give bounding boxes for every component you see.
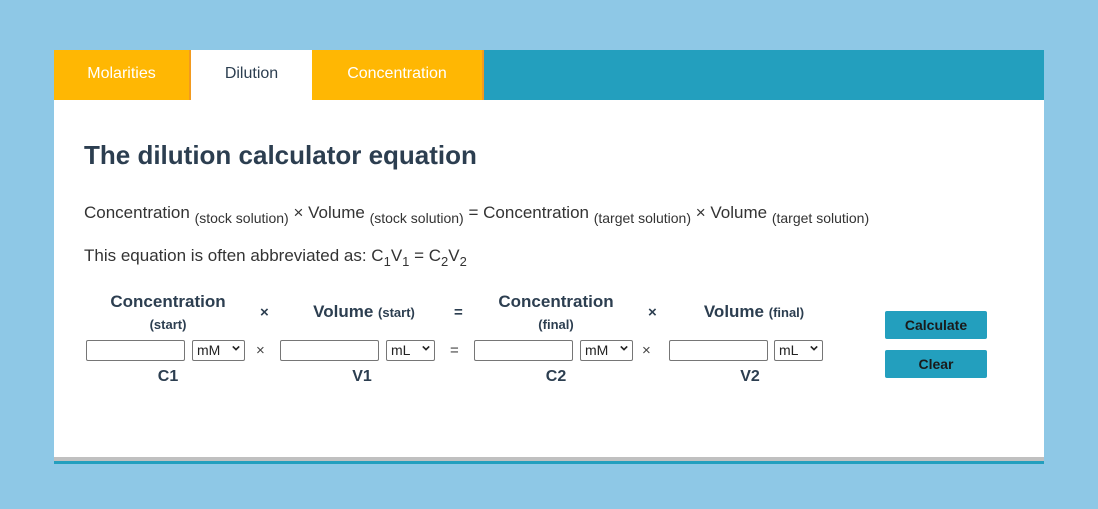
c2-input[interactable] bbox=[474, 340, 573, 361]
chevron-down-icon bbox=[620, 345, 628, 351]
eq-subscript: (target solution) bbox=[771, 210, 870, 226]
eq-term: Volume bbox=[308, 203, 365, 222]
v1-unit-value: mL bbox=[391, 342, 411, 358]
tab-molarities[interactable]: Molarities bbox=[54, 50, 191, 100]
header-sub: (final) bbox=[538, 317, 574, 332]
header-sub: (final) bbox=[768, 305, 805, 320]
c1-unit-value: mM bbox=[197, 342, 221, 358]
header-sub: (start) bbox=[378, 305, 415, 320]
abbr-term: C bbox=[371, 246, 384, 265]
header-label: Volume bbox=[313, 302, 374, 321]
eq-term: Concentration bbox=[483, 203, 589, 222]
chevron-down-icon bbox=[232, 345, 240, 351]
v2-label: V2 bbox=[740, 368, 760, 385]
eq-subscript: (target solution) bbox=[593, 210, 691, 226]
header-times: × bbox=[648, 304, 657, 321]
header-sub: (start) bbox=[149, 317, 187, 332]
abbr-term: V bbox=[448, 246, 460, 265]
header-v-start: Volume (start) bbox=[294, 302, 434, 322]
footer-accent-bar bbox=[54, 461, 1044, 464]
header-label: Volume bbox=[703, 302, 764, 321]
header-v-final: Volume (final) bbox=[684, 302, 824, 322]
header-times: × bbox=[260, 304, 269, 321]
eq-term: Concentration bbox=[84, 203, 190, 222]
header-label: Concentration bbox=[110, 292, 226, 311]
header-label: Concentration bbox=[498, 292, 614, 311]
row-times: × bbox=[256, 342, 265, 359]
v1-label: V1 bbox=[352, 368, 372, 385]
v2-input[interactable] bbox=[669, 340, 768, 361]
v2-unit-select[interactable]: mL bbox=[774, 340, 823, 361]
row-equals: = bbox=[450, 342, 459, 359]
eq-subscript: (stock solution) bbox=[194, 210, 289, 226]
row-times: × bbox=[642, 342, 651, 359]
eq-operator: × bbox=[293, 203, 304, 222]
page-title: The dilution calculator equation bbox=[84, 140, 477, 170]
abbr-term: V bbox=[390, 246, 403, 265]
abbr-subscript: 1 bbox=[383, 254, 391, 269]
abbreviated-equation: This equation is often abbreviated as: C… bbox=[84, 246, 467, 269]
abbr-operator: = bbox=[409, 246, 429, 265]
chevron-down-icon bbox=[422, 345, 430, 351]
abbr-prefix: This equation is often abbreviated as: bbox=[84, 246, 372, 265]
c2-unit-value: mM bbox=[585, 342, 609, 358]
c2-label: C2 bbox=[545, 368, 567, 385]
abbr-subscript: 2 bbox=[459, 254, 467, 269]
c1-unit-select[interactable]: mM bbox=[192, 340, 245, 361]
v1-input[interactable] bbox=[280, 340, 379, 361]
header-equals: = bbox=[454, 304, 463, 321]
c1-input[interactable] bbox=[86, 340, 185, 361]
header-c-start: Concentration (start) bbox=[98, 292, 238, 332]
abbr-term: C bbox=[428, 246, 442, 265]
header-c-final: Concentration (final) bbox=[486, 292, 626, 332]
eq-subscript: (stock solution) bbox=[369, 210, 464, 226]
tab-concentration[interactable]: Concentration bbox=[312, 50, 484, 100]
v1-unit-select[interactable]: mL bbox=[386, 340, 435, 361]
dilution-equation: Concentration (stock solution) × Volume … bbox=[84, 203, 869, 226]
eq-operator: = bbox=[468, 203, 479, 222]
eq-term: Volume bbox=[710, 203, 768, 222]
clear-button[interactable]: Clear bbox=[885, 350, 987, 378]
tab-bar: Molarities Dilution Concentration bbox=[54, 50, 1044, 100]
eq-operator: × bbox=[695, 203, 706, 222]
tab-dilution[interactable]: Dilution bbox=[191, 50, 312, 100]
c1-label: C1 bbox=[157, 368, 179, 385]
chevron-down-icon bbox=[810, 345, 818, 351]
v2-unit-value: mL bbox=[779, 342, 799, 358]
calculator-card: Molarities Dilution Concentration The di… bbox=[54, 50, 1044, 460]
c2-unit-select[interactable]: mM bbox=[580, 340, 633, 361]
calculate-button[interactable]: Calculate bbox=[885, 311, 987, 339]
